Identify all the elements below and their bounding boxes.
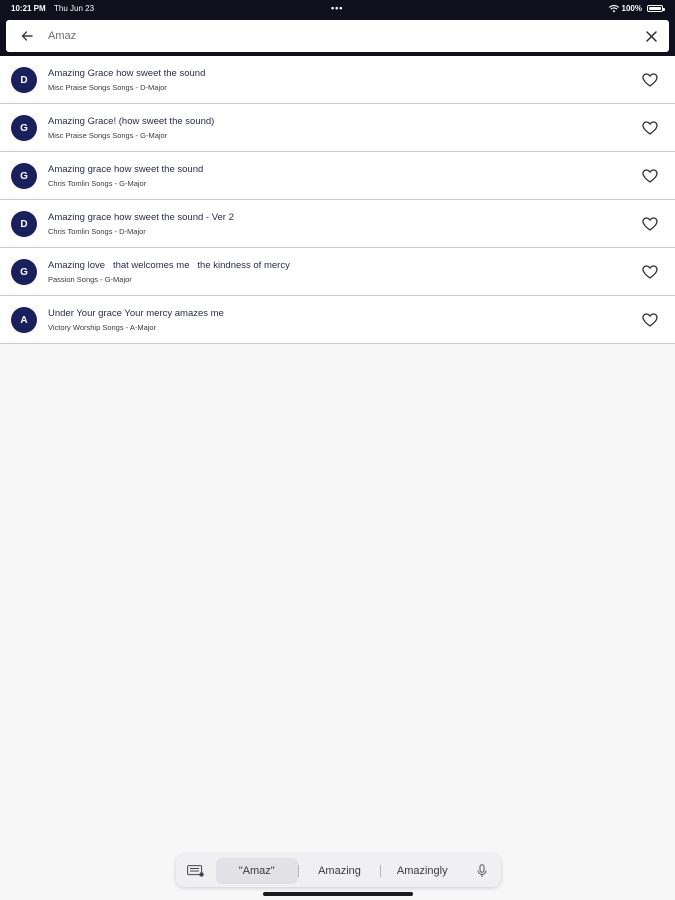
heart-icon[interactable] — [641, 119, 659, 137]
microphone-icon[interactable] — [463, 854, 501, 887]
home-indicator[interactable] — [263, 892, 413, 896]
arrow-left-icon[interactable] — [10, 20, 44, 52]
search-bar — [6, 20, 669, 52]
song-title: Amazing grace how sweet the sound — [48, 164, 204, 175]
song-title: Amazing love that welcomes me the kindne… — [48, 260, 290, 271]
heart-icon[interactable] — [641, 215, 659, 233]
heart-icon[interactable] — [641, 71, 659, 89]
list-item[interactable]: A Under Your grace Your mercy amazes me … — [0, 296, 675, 344]
close-icon[interactable] — [633, 20, 669, 52]
heart-icon[interactable] — [641, 167, 659, 185]
search-results-list: D Amazing Grace how sweet the sound Misc… — [0, 56, 675, 344]
key-avatar: G — [11, 115, 37, 141]
suggestion-amazing[interactable]: Amazing — [299, 858, 381, 884]
key-avatar: D — [11, 211, 37, 237]
song-subtitle: Victory Worship Songs - A-Major — [48, 323, 157, 332]
key-avatar: A — [11, 307, 37, 333]
key-avatar: G — [11, 163, 37, 189]
song-subtitle: Misc Praise Songs Songs - G-Major — [48, 131, 168, 140]
multitasking-dots[interactable]: ••• — [331, 3, 343, 13]
keyboard-suggestion-bar: "Amaz" Amazing Amazingly — [176, 854, 501, 887]
wifi-icon — [608, 4, 619, 12]
song-subtitle: Passion Songs - G-Major — [48, 275, 132, 284]
battery-percent: 100% — [621, 4, 642, 13]
status-bar: 10:21 PM Thu Jun 23 ••• 100% — [0, 0, 675, 16]
list-item[interactable]: G Amazing grace how sweet the sound Chri… — [0, 152, 675, 200]
song-title: Amazing Grace! (how sweet the sound) — [48, 116, 215, 127]
suggestion-amazingly[interactable]: Amazingly — [381, 858, 463, 884]
song-subtitle: Chris Tomlin Songs - G-Major — [48, 179, 147, 188]
song-title: Under Your grace Your mercy amazes me — [48, 308, 224, 319]
suggestion-typed[interactable]: "Amaz" — [215, 857, 298, 884]
song-subtitle: Chris Tomlin Songs - D-Major — [48, 227, 146, 236]
search-input[interactable] — [44, 30, 633, 42]
battery-icon — [647, 5, 665, 12]
list-item[interactable]: G Amazing Grace! (how sweet the sound) M… — [0, 104, 675, 152]
list-item[interactable]: D Amazing grace how sweet the sound - Ve… — [0, 200, 675, 248]
song-title: Amazing grace how sweet the sound - Ver … — [48, 212, 234, 223]
song-subtitle: Misc Praise Songs Songs - D-Major — [48, 83, 167, 92]
status-indicators: 100% — [608, 4, 665, 13]
keyboard-icon[interactable] — [176, 854, 216, 887]
status-time: 10:21 PM — [11, 4, 46, 13]
song-title: Amazing Grace how sweet the sound — [48, 68, 206, 79]
heart-icon[interactable] — [641, 263, 659, 281]
status-date: Thu Jun 23 — [54, 4, 95, 13]
list-item[interactable]: D Amazing Grace how sweet the sound Misc… — [0, 56, 675, 104]
key-avatar: D — [11, 67, 37, 93]
key-avatar: G — [11, 259, 37, 285]
list-item[interactable]: G Amazing love that welcomes me the kind… — [0, 248, 675, 296]
heart-icon[interactable] — [641, 311, 659, 329]
